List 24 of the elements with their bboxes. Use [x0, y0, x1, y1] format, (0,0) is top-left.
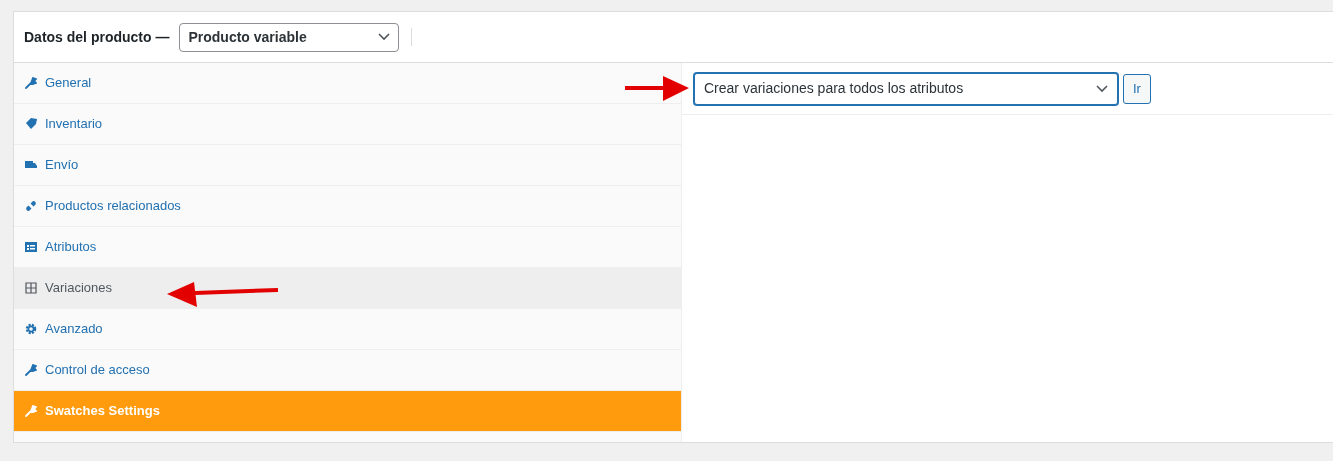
list-icon: [25, 241, 37, 253]
tab-item[interactable]: Inventario: [25, 114, 103, 134]
tab-item[interactable]: General: [25, 73, 92, 93]
chevron-down-icon: [378, 33, 391, 41]
tab-item[interactable]: Envío: [25, 155, 79, 175]
wrench-icon: [25, 77, 37, 89]
tab-item[interactable]: Control de acceso: [25, 360, 150, 380]
panel-title: Datos del producto —: [24, 27, 170, 47]
product-type-select[interactable]: Producto variable: [179, 22, 400, 52]
wrench-icon: [25, 364, 37, 376]
gear-icon: [25, 323, 37, 335]
truck-icon: [25, 159, 37, 171]
chevron-down-icon: [1096, 84, 1108, 93]
tab-item[interactable]: Atributos: [25, 237, 97, 257]
grid-icon: [25, 282, 37, 294]
go-button[interactable]: Ir: [1123, 73, 1151, 104]
arrow-drawing: [625, 76, 689, 102]
wrench-icon: [25, 405, 37, 417]
tab-item[interactable]: Avanzado: [25, 319, 103, 339]
tab-item[interactable]: Variaciones: [25, 278, 112, 298]
link-icon: [25, 200, 37, 212]
tab-item[interactable]: Productos relacionados: [25, 196, 181, 216]
variation-action-select[interactable]: Crear variaciones para todos los atributos: [694, 72, 1118, 105]
tag-icon: [25, 118, 37, 130]
